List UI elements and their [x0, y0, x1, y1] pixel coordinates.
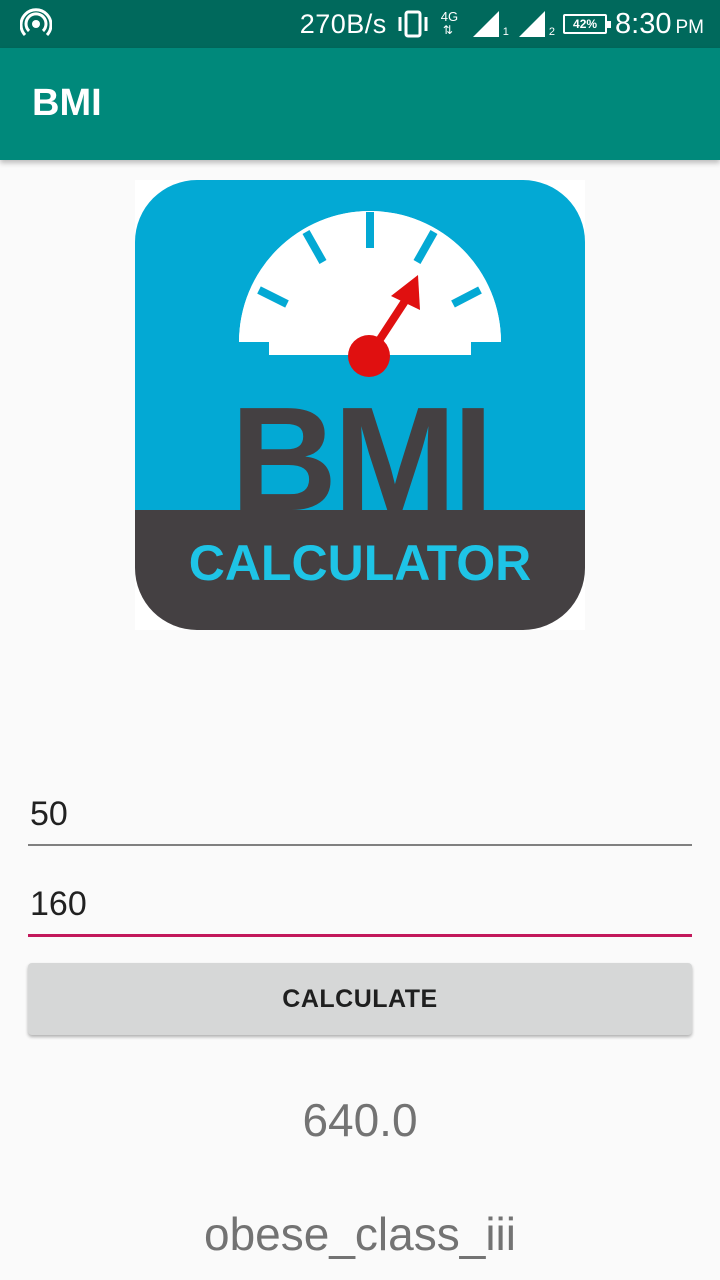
- app-title: BMI: [32, 82, 102, 124]
- calculate-button[interactable]: CALCULATE: [28, 963, 692, 1035]
- clock: 8:30 PM: [615, 8, 704, 41]
- clock-ampm: PM: [675, 16, 705, 38]
- logo-graphic: BMI CALCULATOR: [135, 180, 585, 630]
- height-input[interactable]: [28, 885, 692, 924]
- signal-icon: [518, 11, 545, 37]
- vibrate-icon: [398, 10, 428, 38]
- app-bar: BMI: [0, 48, 720, 160]
- status-bar: 270B/s 4G ⇅ 1 2 42% 8:30 PM: [0, 0, 720, 48]
- hotspot-icon: [20, 8, 52, 37]
- height-field[interactable]: [28, 885, 692, 937]
- signal-icon: [472, 11, 499, 37]
- logo-word-bmi: BMI: [230, 377, 489, 542]
- sim1-label: 1: [502, 26, 509, 38]
- battery-level: 42%: [573, 17, 598, 31]
- bmi-calculator-logo: BMI CALCULATOR: [135, 180, 585, 630]
- data-arrows-icon: ⇅: [442, 23, 453, 37]
- weight-underline: [28, 844, 692, 846]
- sim2-label: 2: [548, 26, 556, 38]
- weight-input[interactable]: [28, 795, 692, 834]
- net-speed: 270B/s: [299, 8, 387, 39]
- bmi-result-value: 640.0: [302, 1094, 418, 1146]
- network-type: 4G ⇅: [440, 9, 459, 37]
- bmi-result-category: obese_class_iii: [204, 1208, 516, 1260]
- battery-icon: 42%: [563, 14, 612, 34]
- gauge-pivot: [348, 335, 390, 377]
- clock-time: 8:30: [615, 7, 672, 40]
- height-underline: [28, 934, 692, 937]
- logo-word-calculator: CALCULATOR: [189, 535, 532, 591]
- weight-field[interactable]: [28, 795, 692, 846]
